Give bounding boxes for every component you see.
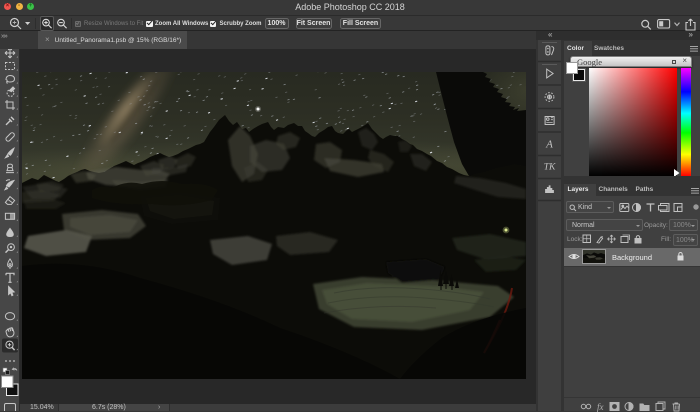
svg-text:TK: TK <box>544 163 556 173</box>
svg-text:A: A <box>545 138 553 150</box>
